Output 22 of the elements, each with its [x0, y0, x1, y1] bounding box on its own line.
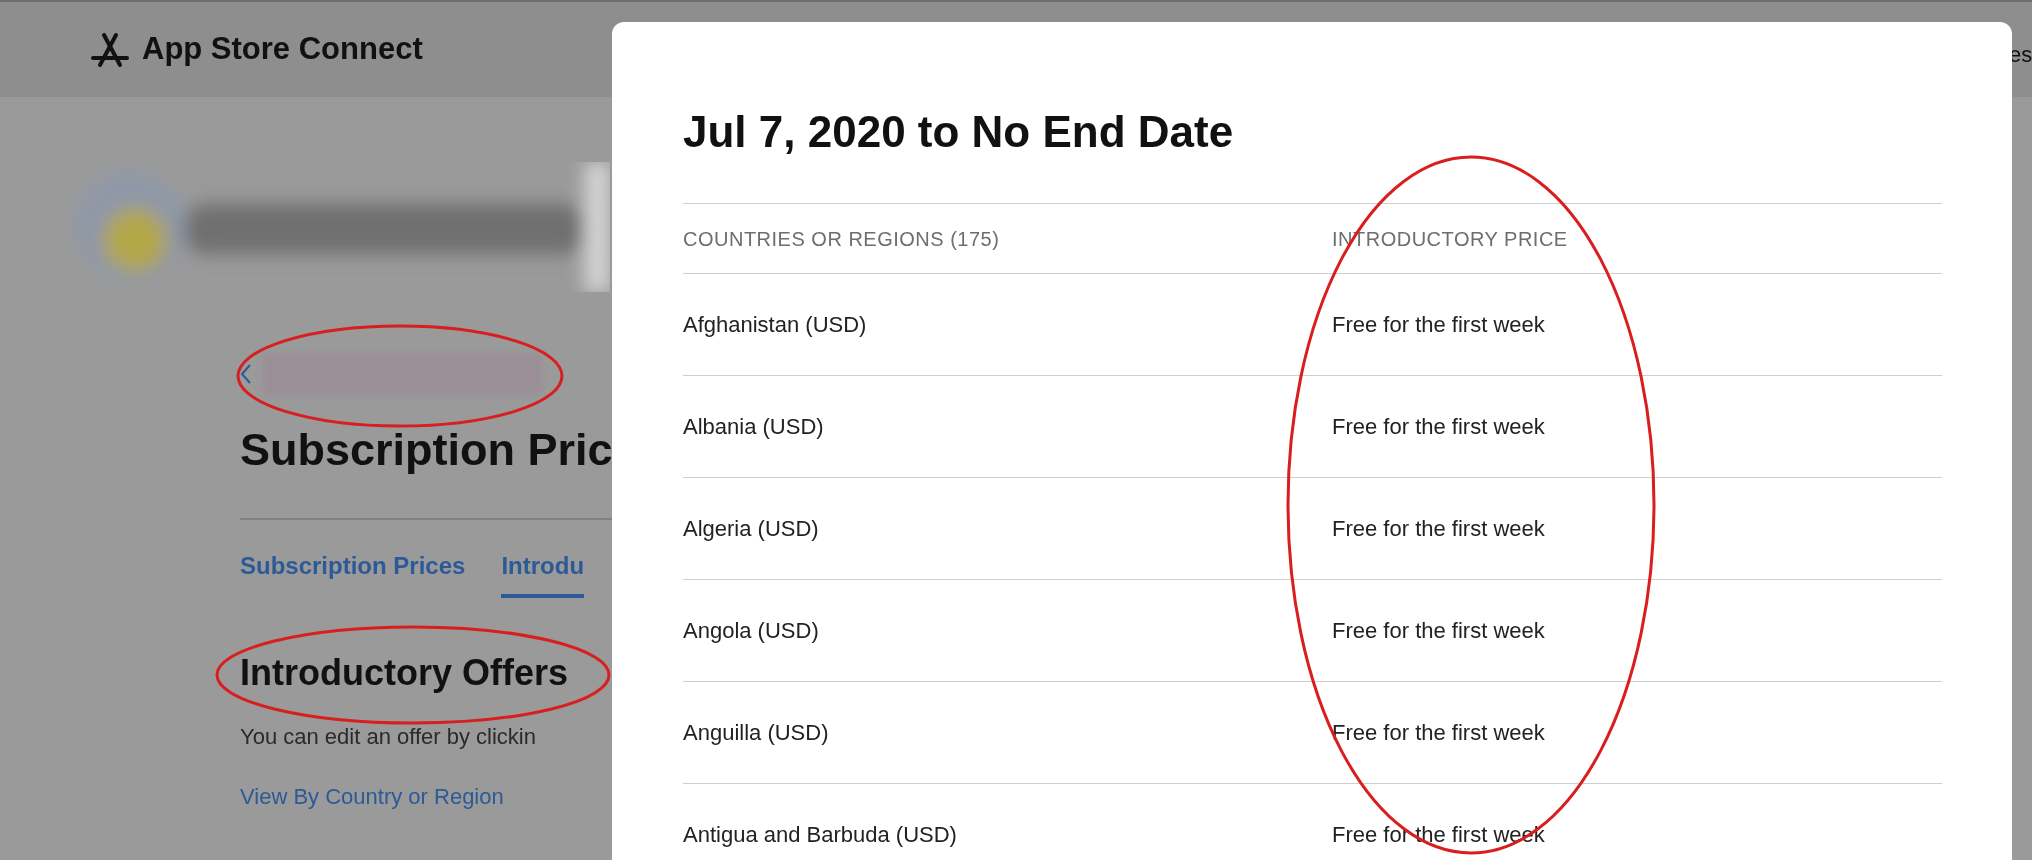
app-store-logo-icon	[90, 31, 130, 68]
view-by-country-link[interactable]: View By Country or Region	[240, 779, 504, 813]
column-header: COUNTRIES OR REGIONS (175)	[683, 226, 1001, 252]
app-title[interactable]: App Store Connect	[142, 26, 423, 73]
table-cell-text: Free for the first week	[1332, 719, 1545, 747]
table-cell-text: Albania (USD)	[683, 413, 825, 441]
tab[interactable]: Subscription Prices	[240, 547, 466, 598]
table-cell-text: Free for the first week	[1332, 515, 1545, 543]
table-cell-text: Free for the first week	[1332, 311, 1545, 339]
table-cell-text: Algeria (USD)	[683, 515, 820, 543]
table-cell-text: Afghanistan (USD)	[683, 311, 868, 339]
description-text: You can edit an offer by clickin	[240, 722, 536, 751]
section-title: Introductory Offers	[240, 650, 569, 695]
page-title: Subscription Pric	[240, 423, 612, 477]
table-cell-text: Antigua and Barbuda (USD)	[683, 821, 958, 849]
table-cell-text: Free for the first week	[1332, 413, 1545, 441]
modal-title: Jul 7, 2020 to No End Date	[683, 106, 1235, 158]
table-cell-text: Angola (USD)	[683, 617, 820, 645]
tab[interactable]: Introdu	[501, 547, 585, 598]
table-cell-text: Free for the first week	[1332, 617, 1545, 645]
table-cell-text: Anguilla (USD)	[683, 719, 830, 747]
back-chevron-icon[interactable]	[240, 363, 252, 385]
